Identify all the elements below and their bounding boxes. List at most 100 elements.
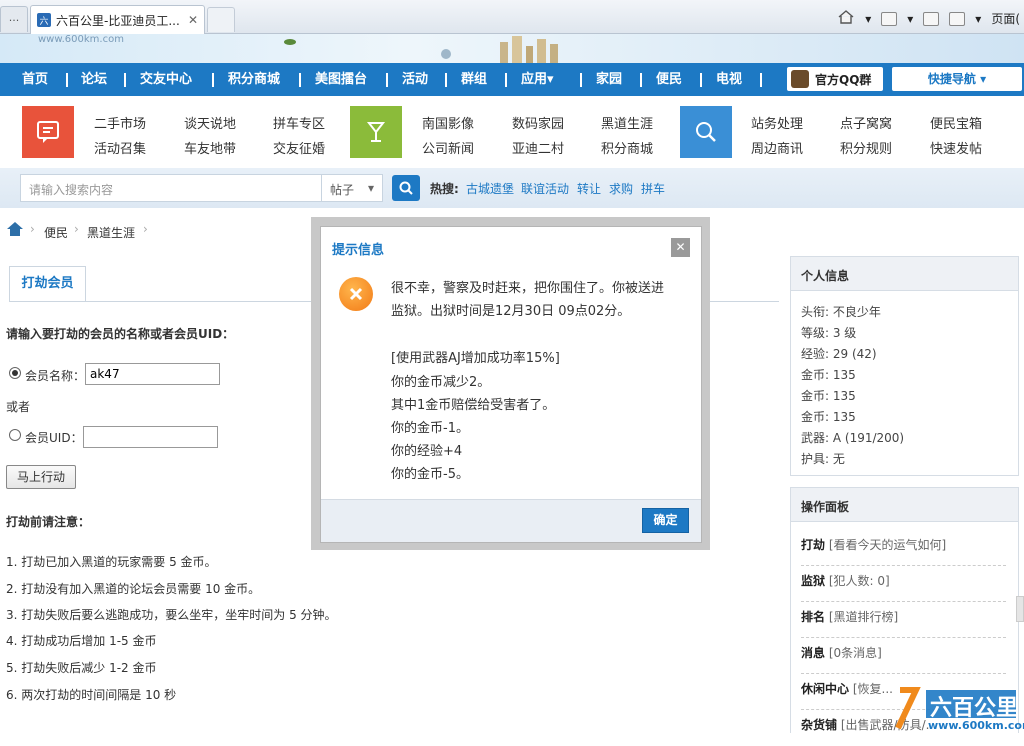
cat-link[interactable]: 黑道生涯	[601, 113, 653, 132]
nav-separator	[386, 73, 388, 87]
wine-glass-icon[interactable]	[350, 106, 402, 158]
rob-prompt: 请输入要打劫的会员的名称或者会员UID：	[6, 327, 235, 341]
nav-item-apps[interactable]: 应用▾	[521, 63, 554, 96]
dialog-title: 提示信息	[332, 243, 385, 258]
watermark-brand: 六百公里	[930, 696, 1019, 721]
cat-link[interactable]: 点子窝窝	[840, 113, 892, 132]
confirm-button[interactable]: 确定	[642, 508, 689, 533]
cat-link[interactable]: 周边商讯	[751, 138, 803, 157]
member-name-input[interactable]: ak47	[85, 363, 220, 385]
search-button[interactable]	[392, 175, 420, 201]
dialog-message-line: 你的经验+4	[391, 444, 463, 459]
browser-tab-collapsed[interactable]: ...	[0, 6, 28, 32]
banner-skyline-graphic	[284, 36, 558, 63]
nav-separator	[505, 73, 507, 87]
act-now-button[interactable]: 马上行动	[6, 465, 76, 489]
hot-search-link[interactable]: 拼车	[641, 180, 665, 197]
main-nav: 首页 论坛 交友中心 积分商城 美图擂台 活动 群组 应用▾ 家园 便民 电视 …	[0, 63, 1024, 96]
cat-link[interactable]: 站务处理	[751, 113, 803, 132]
print-icon[interactable]	[949, 11, 966, 26]
magnifier-icon[interactable]	[680, 106, 732, 158]
cat-link[interactable]: 公司新闻	[422, 138, 474, 157]
nav-separator	[66, 73, 68, 87]
dialog-footer: 确定	[321, 499, 701, 542]
nav-item-services[interactable]: 便民	[656, 63, 682, 96]
cat-link[interactable]: 车友地带	[184, 138, 236, 157]
qq-group-button[interactable]: 官方QQ群	[787, 67, 883, 91]
nav-item-points-mall[interactable]: 积分商城	[228, 63, 280, 96]
home-icon[interactable]	[837, 9, 855, 28]
hot-search-link[interactable]: 古城遗堡	[466, 180, 514, 197]
qq-penguin-icon	[791, 70, 809, 88]
personal-info-panel: 个人信息 头衔: 不良少年 等级: 3 级 经验: 29 (42) 金币: 13…	[790, 256, 1019, 476]
breadcrumb-item[interactable]: 黑道生涯	[87, 224, 135, 241]
cat-link[interactable]: 交友征婚	[273, 138, 325, 157]
op-rank[interactable]: 排名 [黑道排行榜]	[801, 608, 1006, 638]
nav-separator	[760, 73, 762, 87]
dialog-message-line: 你的金币-1。	[391, 421, 469, 436]
cat-link[interactable]: 拼车专区	[273, 113, 325, 132]
hot-search-link[interactable]: 联谊活动	[521, 180, 569, 197]
cat-link[interactable]: 南国影像	[422, 113, 474, 132]
dropdown-arrow-icon[interactable]: ▾	[975, 12, 981, 26]
chevron-down-icon: ▾	[367, 181, 374, 195]
category-panel: 二手市场 谈天说地 拼车专区 活动召集 车友地带 交友征婚 南国影像 数码家园 …	[0, 96, 1024, 168]
dialog-message-line: 你的金币减少2。	[391, 375, 491, 390]
member-uid-input[interactable]	[83, 426, 218, 448]
close-icon[interactable]: ✕	[671, 238, 690, 257]
cat-link[interactable]: 积分规则	[840, 138, 892, 157]
op-jail[interactable]: 监狱 [犯人数: 0]	[801, 572, 1006, 602]
tab-rob-member[interactable]: 打劫会员	[9, 266, 86, 302]
op-messages[interactable]: 消息 [0条消息]	[801, 644, 1006, 674]
nav-item-tv[interactable]: 电视	[716, 63, 742, 96]
info-dialog: 提示信息 ✕ 很不幸，警察及时赶来，把你围住了。你被送进 监狱。出狱时间是12月…	[320, 226, 702, 543]
nav-separator	[445, 73, 447, 87]
quick-nav-button[interactable]: 快捷导航 ▾	[892, 67, 1022, 91]
search-bar: 请输入搜索内容 帖子 ▾ 热搜: 古城遗堡 联谊活动 转让 求购 拼车	[0, 168, 1024, 208]
nav-item-home[interactable]: 首页	[22, 63, 48, 96]
member-uid-radio[interactable]	[9, 429, 21, 441]
member-uid-label: 会员UID：	[25, 431, 83, 445]
breadcrumb-home-icon[interactable]	[6, 221, 24, 240]
page-menu[interactable]: 页面(	[991, 10, 1020, 27]
cat-link[interactable]: 积分商城	[601, 138, 653, 157]
member-name-radio[interactable]	[9, 367, 21, 379]
cat-link[interactable]: 亚迪二村	[512, 138, 564, 157]
operation-panel-title: 操作面板	[791, 488, 1018, 522]
cat-link[interactable]: 数码家园	[512, 113, 564, 132]
cat-link[interactable]: 便民宝箱	[930, 113, 982, 132]
scrollbar-handle[interactable]	[1016, 596, 1024, 622]
nav-item-groups[interactable]: 群组	[461, 63, 487, 96]
dialog-message-line: 你的金币-5。	[391, 467, 469, 482]
browser-tab-active[interactable]: 六 六百公里-比亚迪员工... ✕	[30, 5, 205, 34]
cat-link[interactable]: 谈天说地	[184, 113, 236, 132]
op-rob[interactable]: 打劫 [看看今天的运气如何]	[801, 536, 1006, 566]
new-tab-button[interactable]	[207, 7, 235, 32]
search-type-select[interactable]: 帖子 ▾	[321, 174, 383, 202]
note-item: 4. 打劫成功后增加 1-5 金币	[6, 634, 157, 648]
op-desc: [0条消息]	[828, 646, 882, 660]
dropdown-arrow-icon[interactable]: ▾	[865, 12, 871, 26]
hot-search-link[interactable]: 求购	[609, 180, 633, 197]
nav-item-forum[interactable]: 论坛	[81, 63, 107, 96]
op-desc: [犯人数: 0]	[828, 574, 890, 588]
info-armor: 护具: 无	[801, 452, 845, 466]
nav-item-social[interactable]: 交友中心	[140, 63, 192, 96]
nav-item-photo[interactable]: 美图擂台	[315, 63, 367, 96]
chat-bubble-icon[interactable]	[22, 106, 74, 158]
nav-item-home-space[interactable]: 家园	[596, 63, 622, 96]
search-input[interactable]: 请输入搜索内容	[20, 174, 321, 202]
cat-link[interactable]: 二手市场	[94, 113, 146, 132]
tab-close-icon[interactable]: ✕	[188, 13, 198, 27]
nav-separator	[580, 73, 582, 87]
dropdown-arrow-icon[interactable]: ▾	[907, 12, 913, 26]
error-x-icon	[339, 277, 373, 311]
cat-link[interactable]: 快速发帖	[930, 138, 982, 157]
breadcrumb-item[interactable]: 便民	[44, 224, 68, 241]
nav-item-events[interactable]: 活动	[402, 63, 428, 96]
feeds-icon[interactable]	[881, 11, 898, 26]
mail-icon[interactable]	[923, 11, 940, 26]
info-title: 头衔: 不良少年	[801, 305, 881, 319]
cat-link[interactable]: 活动召集	[94, 138, 146, 157]
hot-search-link[interactable]: 转让	[577, 180, 601, 197]
